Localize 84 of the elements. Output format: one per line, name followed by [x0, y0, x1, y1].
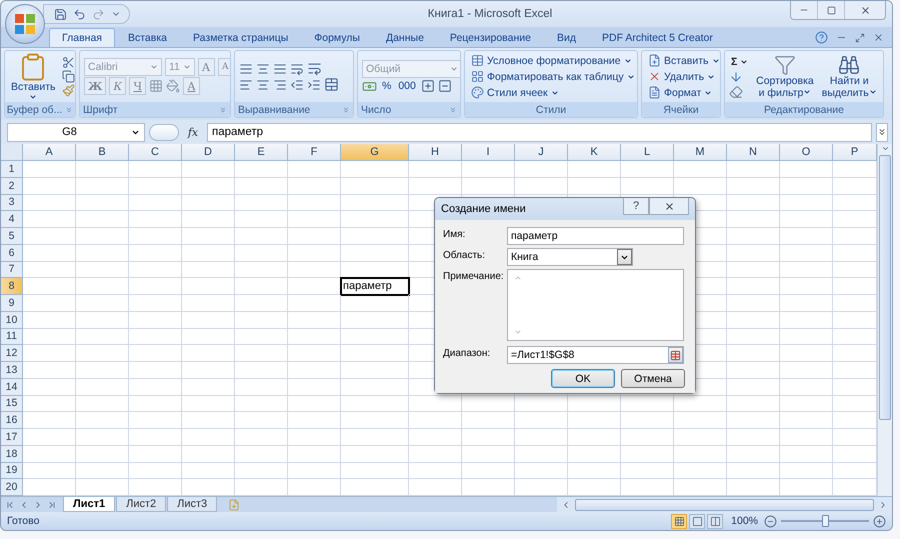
row-header[interactable]: 18 — [1, 446, 23, 462]
row-header[interactable]: 15 — [1, 396, 23, 412]
row-header[interactable]: 1 — [1, 161, 23, 178]
range-field[interactable]: =Лист1!$G$8 — [507, 346, 684, 364]
column-header[interactable]: H — [409, 144, 462, 161]
row-header[interactable]: 20 — [1, 479, 23, 496]
zoom-level: 100% — [731, 515, 758, 527]
dialog-button[interactable]: OK — [551, 369, 615, 388]
styles-menu-button[interactable]: Условное форматирование — [469, 53, 637, 68]
cells-menu-button[interactable]: Формат — [646, 85, 720, 100]
row-header[interactable]: 5 — [1, 228, 23, 245]
name-box[interactable]: G8 — [7, 122, 145, 142]
group-label: Буфер об... — [6, 104, 62, 116]
column-header[interactable]: P — [833, 144, 877, 161]
column-header[interactable]: D — [182, 144, 235, 161]
percent-button[interactable]: % — [380, 78, 394, 94]
row-header[interactable]: 16 — [1, 412, 23, 429]
sheet-tab[interactable]: Лист2 — [116, 497, 166, 512]
ribbon-tab[interactable]: Главная — [49, 28, 115, 47]
ribbon-tab[interactable]: Формулы — [301, 28, 373, 47]
scope-dropdown[interactable]: Книга — [507, 248, 633, 266]
column-header[interactable]: F — [288, 144, 341, 161]
column-header[interactable]: E — [235, 144, 288, 161]
ribbon-tab[interactable]: Рецензирование — [436, 28, 544, 47]
row-header[interactable]: 8 — [1, 278, 23, 295]
column-header[interactable]: M — [674, 144, 727, 161]
find-select-button[interactable]: Найти и выделить — [820, 54, 879, 100]
field-label: Область: — [443, 249, 486, 261]
sheet-tab[interactable]: Лист3 — [167, 497, 218, 512]
styles-menu-button[interactable]: Форматировать как таблицу — [469, 69, 637, 84]
group-label: Число — [361, 104, 392, 116]
name-field[interactable]: параметр — [507, 227, 684, 245]
row-header[interactable]: 9 — [1, 295, 23, 312]
column-header[interactable]: N — [727, 144, 780, 161]
ribbon-tab[interactable]: Вставка — [114, 28, 180, 47]
ribbon-tab[interactable]: Вид — [544, 28, 589, 47]
row-header[interactable]: 4 — [1, 211, 23, 228]
status-text: Готово — [7, 515, 40, 527]
row-header[interactable]: 12 — [1, 345, 23, 362]
dialog-button[interactable]: Отмена — [621, 369, 685, 388]
ribbon-tab[interactable]: Разметка страницы — [180, 28, 302, 47]
autosum-button[interactable]: Σ — [729, 54, 750, 69]
row-header[interactable]: 6 — [1, 244, 23, 262]
row-header[interactable]: 17 — [1, 429, 23, 446]
formula-field[interactable]: параметр — [207, 122, 872, 142]
row-header[interactable]: 13 — [1, 362, 23, 379]
row-header[interactable]: 19 — [1, 462, 23, 480]
row-header[interactable]: 3 — [1, 194, 23, 212]
row-header[interactable]: 10 — [1, 312, 23, 328]
cells-menu-button[interactable]: Вставить — [646, 53, 720, 68]
column-header[interactable]: G — [341, 144, 409, 161]
sort-filter-button[interactable]: Сортировка и фильтр — [754, 54, 816, 100]
row-header[interactable]: 14 — [1, 378, 23, 396]
sheet-tab[interactable]: Лист1 — [63, 497, 116, 512]
column-header[interactable]: C — [129, 144, 182, 161]
field-label: Диапазон: — [443, 347, 492, 359]
group-label: Стили — [536, 104, 566, 116]
group-label: Шрифт — [83, 104, 118, 116]
column-header[interactable]: L — [621, 144, 674, 161]
column-header[interactable]: A — [23, 144, 76, 161]
insert-function-button[interactable]: fx — [183, 126, 203, 138]
group-label: Редактирование — [764, 104, 844, 116]
paste-button[interactable]: Вставить — [9, 52, 58, 102]
field-label: Примечание: — [443, 270, 505, 282]
row-header[interactable]: 7 — [1, 262, 23, 278]
column-header[interactable]: K — [568, 144, 621, 161]
row-header[interactable]: 2 — [1, 178, 23, 194]
ribbon-tab[interactable]: PDF Architect 5 Creator — [588, 28, 726, 47]
window-title: Книга1 - Microsoft Excel — [426, 8, 554, 20]
column-header[interactable]: O — [780, 144, 833, 161]
column-header[interactable]: J — [515, 144, 568, 161]
ribbon-tab[interactable]: Данные — [372, 28, 437, 47]
dialog-title: Создание имени — [441, 203, 527, 215]
group-label: Ячейки — [663, 104, 699, 116]
thousands-button[interactable]: 000 — [396, 78, 418, 94]
group-label: Выравнивание — [238, 104, 310, 116]
column-header[interactable]: B — [76, 144, 129, 161]
table-cell[interactable]: параметр — [341, 278, 409, 295]
row-header[interactable]: 11 — [1, 328, 23, 346]
field-label: Имя: — [443, 228, 466, 240]
styles-menu-button[interactable]: Стили ячеек — [469, 85, 637, 100]
column-header[interactable]: I — [462, 144, 515, 161]
help-button[interactable]: ? — [623, 198, 649, 215]
cells-menu-button[interactable]: Удалить — [646, 69, 720, 84]
